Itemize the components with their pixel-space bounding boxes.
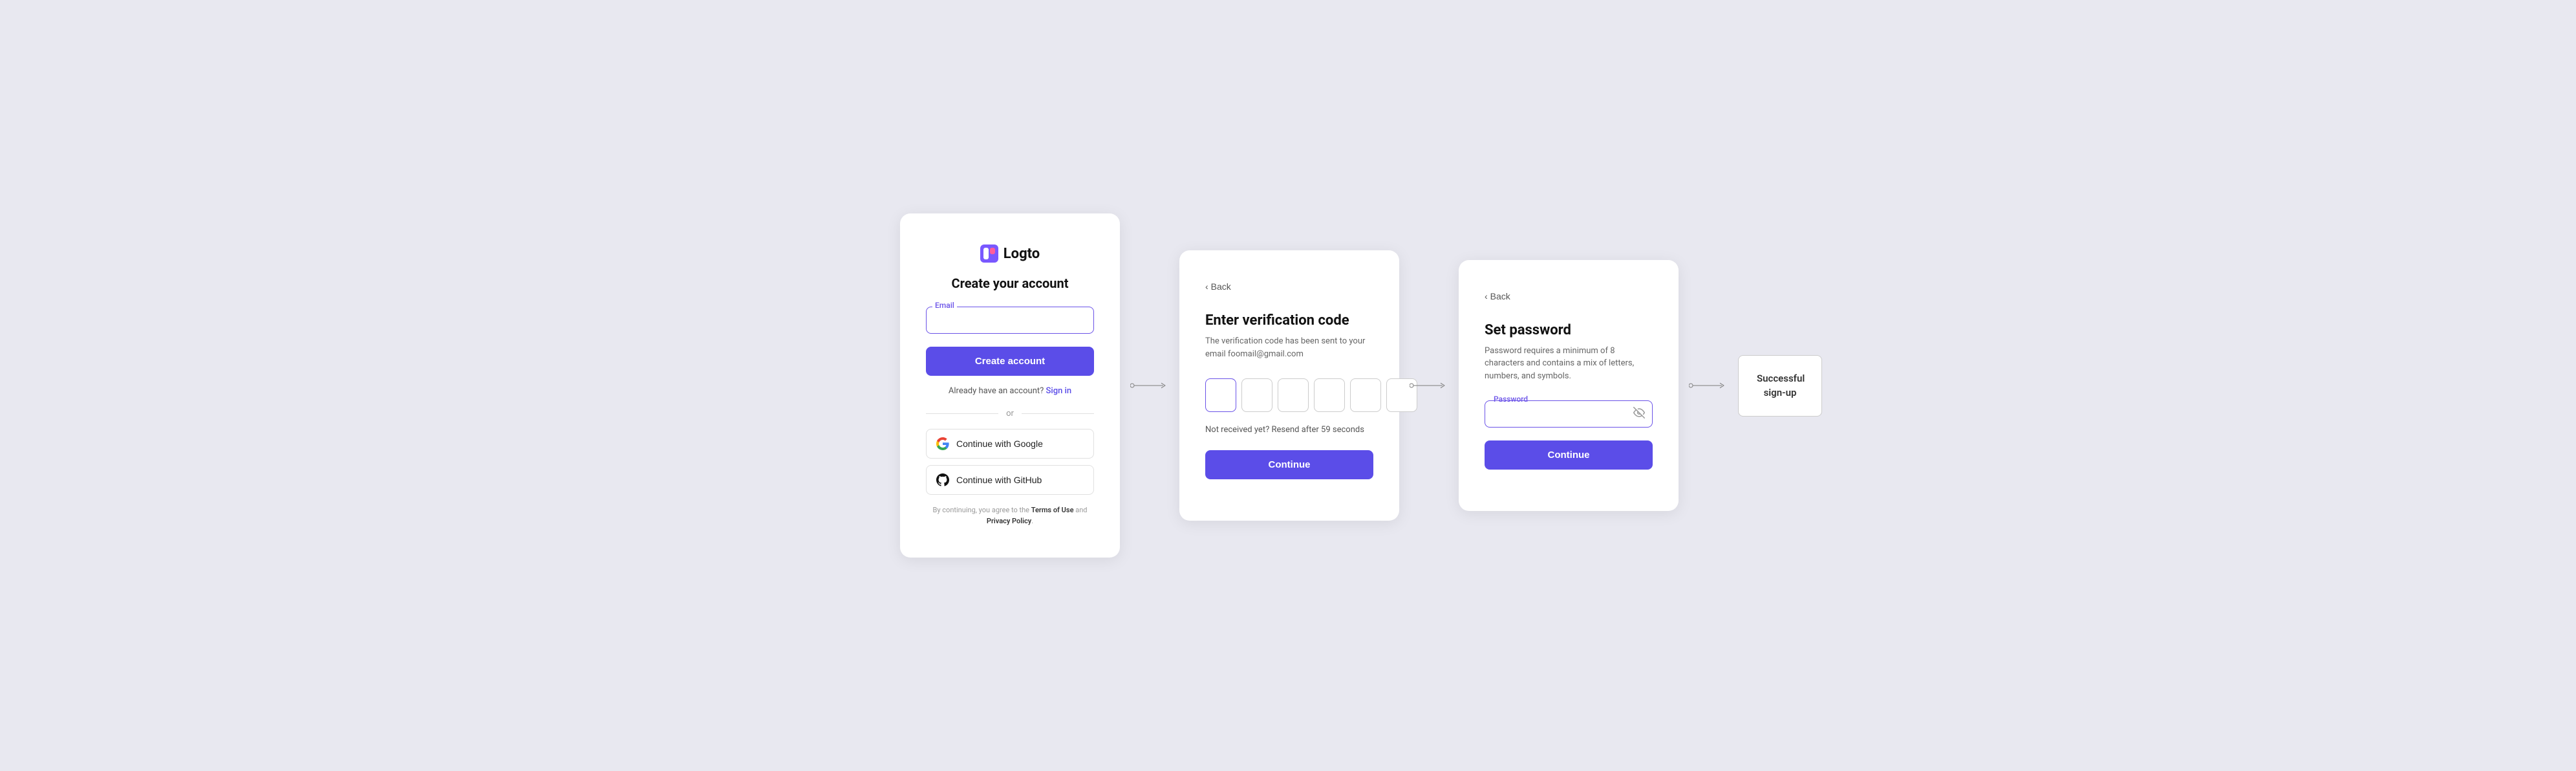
verification-subtitle: The verification code has been sent to y… bbox=[1205, 335, 1373, 360]
verification-title: Enter verification code bbox=[1205, 312, 1373, 329]
terms-of-use-link[interactable]: Terms of Use bbox=[1031, 506, 1074, 514]
card-create-account: Logto Create your account Email Create a… bbox=[900, 213, 1120, 558]
github-button-label: Continue with GitHub bbox=[956, 475, 1042, 485]
password-input-wrap bbox=[1485, 400, 1653, 428]
divider-line-right bbox=[1022, 413, 1094, 414]
otp-container bbox=[1205, 378, 1373, 412]
github-icon bbox=[936, 473, 950, 487]
signin-text: Already have an account? Sign in bbox=[926, 386, 1094, 396]
password-form-group: Password bbox=[1485, 400, 1653, 428]
email-input[interactable] bbox=[926, 307, 1094, 334]
privacy-policy-link[interactable]: Privacy Policy bbox=[987, 517, 1031, 525]
divider-line-left bbox=[926, 413, 998, 414]
otp-input-4[interactable] bbox=[1314, 378, 1345, 412]
otp-input-1[interactable] bbox=[1205, 378, 1236, 412]
email-form-group: Email bbox=[926, 307, 1094, 334]
arrow-connector-2 bbox=[1399, 379, 1459, 392]
create-account-button[interactable]: Create account bbox=[926, 347, 1094, 376]
terms-text: By continuing, you agree to the Terms of… bbox=[926, 505, 1094, 527]
arrow-connector-3 bbox=[1679, 379, 1738, 392]
back-button-card3[interactable]: ‹ Back bbox=[1485, 291, 1510, 301]
logo-text: Logto bbox=[1004, 246, 1040, 262]
otp-input-5[interactable] bbox=[1350, 378, 1381, 412]
logto-logo-icon bbox=[980, 244, 998, 263]
success-box: Successful sign-up bbox=[1738, 355, 1822, 417]
divider: or bbox=[926, 409, 1094, 418]
otp-input-2[interactable] bbox=[1241, 378, 1272, 412]
github-button[interactable]: Continue with GitHub bbox=[926, 465, 1094, 495]
create-account-title: Create your account bbox=[926, 276, 1094, 291]
card-verification: ‹ Back Enter verification code The verif… bbox=[1179, 250, 1399, 521]
resend-text: Not received yet? Resend after 59 second… bbox=[1205, 425, 1373, 435]
back-button-card2[interactable]: ‹ Back bbox=[1205, 281, 1231, 292]
google-button-label: Continue with Google bbox=[956, 439, 1043, 449]
email-label: Email bbox=[932, 301, 957, 310]
continue-button-card2[interactable]: Continue bbox=[1205, 450, 1373, 479]
google-icon bbox=[936, 437, 950, 451]
divider-text: or bbox=[1006, 409, 1014, 418]
flow-container: Logto Create your account Email Create a… bbox=[900, 213, 1676, 558]
set-password-title: Set password bbox=[1485, 322, 1653, 338]
otp-input-3[interactable] bbox=[1278, 378, 1309, 412]
success-text: Successful sign-up bbox=[1757, 373, 1805, 399]
signin-link[interactable]: Sign in bbox=[1046, 386, 1072, 396]
eye-slash-icon[interactable] bbox=[1633, 407, 1645, 421]
password-input[interactable] bbox=[1485, 400, 1653, 428]
continue-button-card3[interactable]: Continue bbox=[1485, 440, 1653, 470]
logo-area: Logto bbox=[926, 244, 1094, 263]
chevron-left-icon-2: ‹ bbox=[1205, 281, 1208, 292]
arrow-connector-1 bbox=[1120, 379, 1179, 392]
set-password-subtitle: Password requires a minimum of 8 charact… bbox=[1485, 345, 1653, 383]
chevron-left-icon-3: ‹ bbox=[1485, 291, 1488, 301]
card-set-password: ‹ Back Set password Password requires a … bbox=[1459, 260, 1679, 512]
google-button[interactable]: Continue with Google bbox=[926, 429, 1094, 459]
